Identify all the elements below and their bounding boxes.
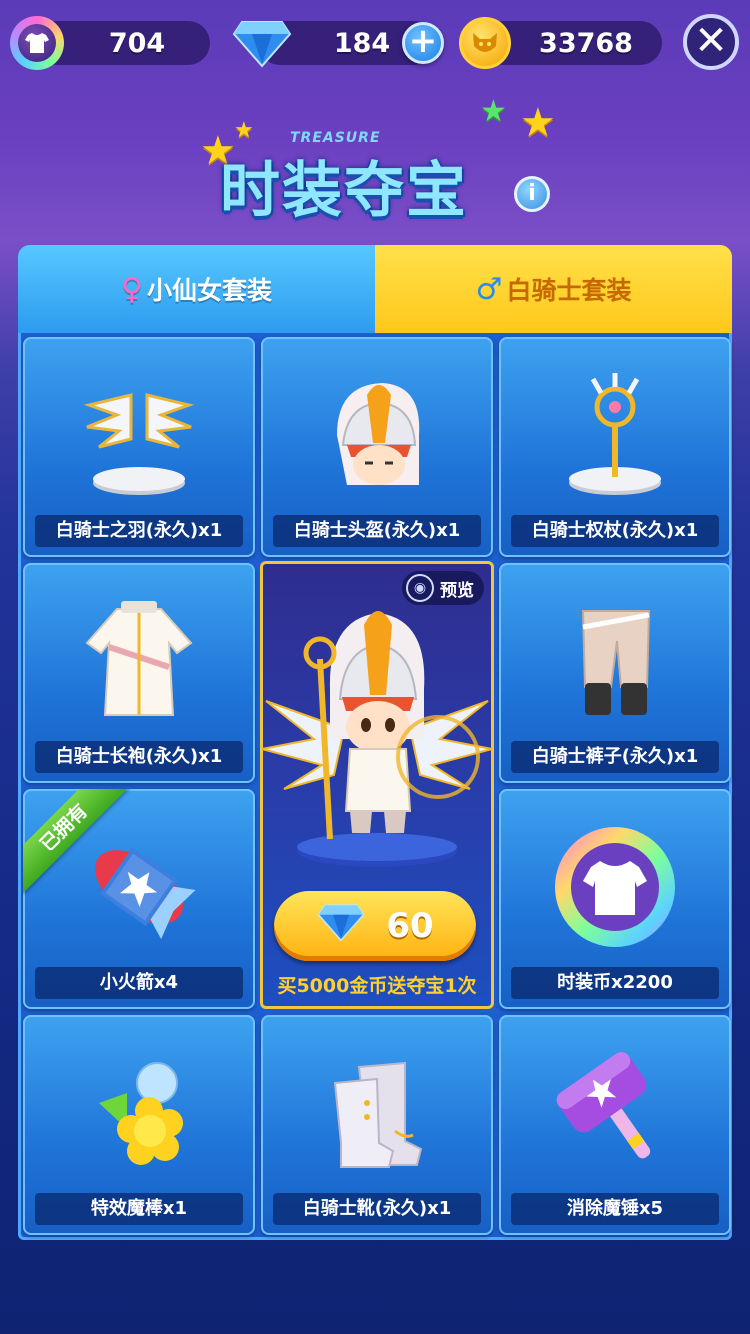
item-label: 特效魔棒x1 xyxy=(35,1193,243,1225)
reward-item[interactable]: 白骑士长袍(永久)x1 xyxy=(23,563,255,783)
price-value: 60 xyxy=(386,906,434,946)
star-icon: ★ xyxy=(520,100,556,146)
female-icon: ♀ xyxy=(121,271,143,307)
pants-icon xyxy=(545,591,685,731)
tab-label: 白骑士套装 xyxy=(506,276,632,305)
magic-wand-icon xyxy=(69,1043,209,1183)
item-label: 小火箭x4 xyxy=(35,967,243,999)
suit-tabs: ♀ 小仙女套装 ♂ 白骑士套装 xyxy=(18,245,732,333)
diamond-icon xyxy=(316,902,366,951)
reward-item[interactable]: 白骑士裤子(永久)x1 xyxy=(499,563,731,783)
info-button[interactable]: i xyxy=(514,176,550,212)
reward-item[interactable]: 消除魔锤x5 xyxy=(499,1015,731,1235)
item-label: 白骑士之羽(永久)x1 xyxy=(35,515,243,547)
reward-item[interactable]: 特效魔棒x1 xyxy=(23,1015,255,1235)
knight-character-icon xyxy=(260,589,494,879)
buy-button[interactable]: 60 xyxy=(274,891,476,961)
reward-item[interactable]: 白骑士之羽(永久)x1 xyxy=(23,337,255,557)
item-label: 白骑士头盔(永久)x1 xyxy=(273,515,481,547)
fashion-coin-value: 704 xyxy=(108,27,166,59)
page-title-banner: ★ ★ ★ ★ TREASURE 时装夺宝 i xyxy=(190,90,570,230)
reward-item[interactable]: 白骑士权杖(永久)x1 xyxy=(499,337,731,557)
currency-bar: 704 184 + 33768 ✕ xyxy=(0,0,750,90)
tab-white-knight-suit[interactable]: ♂ 白骑士套装 xyxy=(375,245,732,333)
add-diamonds-button[interactable]: + xyxy=(402,22,444,64)
rocket-icon xyxy=(69,817,209,957)
item-label: 白骑士权杖(永久)x1 xyxy=(511,515,719,547)
close-button[interactable]: ✕ xyxy=(683,14,739,70)
item-label: 时装币x2200 xyxy=(511,967,719,999)
wings-icon xyxy=(69,365,209,505)
reward-item[interactable]: 已拥有 小火箭x4 xyxy=(23,789,255,1009)
item-label: 白骑士裤子(永久)x1 xyxy=(511,741,719,773)
promo-note: 买5000金币送夺宝1次 xyxy=(277,975,477,997)
item-label: 白骑士靴(永久)x1 xyxy=(273,1193,481,1225)
fashion-coin-icon xyxy=(545,817,685,957)
gold-value: 33768 xyxy=(539,27,633,59)
diamond-value: 184 xyxy=(333,27,391,59)
hammer-icon xyxy=(545,1043,685,1183)
page-title: 时装夺宝 xyxy=(220,156,468,226)
item-label: 白骑士长袍(永久)x1 xyxy=(35,741,243,773)
tab-label: 小仙女套装 xyxy=(146,276,272,305)
helmet-icon xyxy=(307,365,447,505)
scepter-icon xyxy=(545,365,685,505)
reward-item[interactable]: 时装币x2200 xyxy=(499,789,731,1009)
fashion-coin-icon xyxy=(10,16,64,70)
tab-fairy-suit[interactable]: ♀ 小仙女套装 xyxy=(18,245,375,333)
reward-item[interactable]: 白骑士头盔(永久)x1 xyxy=(261,337,493,557)
male-icon: ♂ xyxy=(475,271,503,307)
star-icon: ★ xyxy=(480,94,507,129)
gold-coin-icon xyxy=(459,17,511,69)
item-label: 消除魔锤x5 xyxy=(511,1193,719,1225)
star-icon: ★ xyxy=(234,118,254,143)
robe-icon xyxy=(69,591,209,731)
featured-costume-card[interactable]: ◉ 预览 60 买5000金币送夺宝1次 xyxy=(260,561,494,1009)
diamond-icon xyxy=(232,18,292,68)
reward-item[interactable]: 白骑士靴(永久)x1 xyxy=(261,1015,493,1235)
boots-icon xyxy=(307,1043,447,1183)
